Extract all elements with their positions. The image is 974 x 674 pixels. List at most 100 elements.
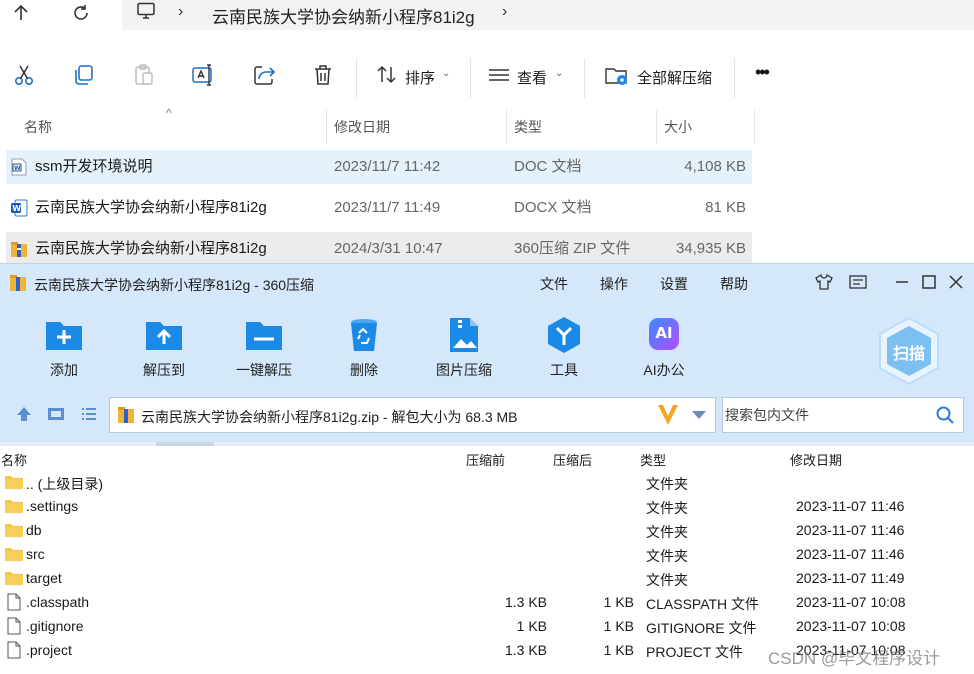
column-divider[interactable] xyxy=(506,110,507,144)
entry-date: 2023-11-07 11:46 xyxy=(796,522,905,538)
menu-file[interactable]: 文件 xyxy=(540,274,568,294)
view-list-icon[interactable] xyxy=(486,62,512,88)
add-button[interactable]: 添加 xyxy=(29,314,99,384)
view-button[interactable]: 查看 xyxy=(517,67,547,88)
column-divider[interactable] xyxy=(656,110,657,144)
zip-entry-row[interactable]: .. (上级目录) 文件夹 xyxy=(0,470,974,494)
zip-ribbon-toolbar: 添加 解压到 一键解压 删除 图片压缩 工具 AI AI办公 扫描 xyxy=(0,300,974,387)
file-name: 云南民族大学协会纳新小程序81i2g xyxy=(35,240,267,257)
zip-column-name[interactable]: 名称 xyxy=(1,450,27,469)
column-divider[interactable] xyxy=(754,110,755,144)
archive-search-box[interactable] xyxy=(722,397,964,433)
file-icon xyxy=(4,617,24,635)
menu-operations[interactable]: 操作 xyxy=(600,274,628,294)
list-view-icon[interactable] xyxy=(79,404,99,424)
file-row[interactable]: W 云南民族大学协会纳新小程序81i2g 2023/11/7 11:49 DOC… xyxy=(6,191,752,225)
zip-entry-row[interactable]: db 文件夹 2023-11-07 11:46 xyxy=(0,518,974,542)
zip-entry-row[interactable]: .gitignore 1 KB 1 KB GITIGNORE 文件 2023-11-07… xyxy=(0,614,974,638)
archive-search-input[interactable] xyxy=(723,398,929,432)
file-date: 2024/3/31 10:47 xyxy=(334,240,443,257)
parent-folder-up-icon[interactable] xyxy=(14,404,34,424)
add-label: 添加 xyxy=(50,362,78,378)
rename-icon[interactable] xyxy=(190,62,216,88)
entry-size-after: 1 KB xyxy=(603,618,634,634)
entry-date: 2023-11-07 10:08 xyxy=(796,618,906,634)
skin-shirt-icon[interactable] xyxy=(814,272,834,292)
search-icon[interactable] xyxy=(935,405,955,425)
paste-icon[interactable] xyxy=(131,62,157,88)
scan-button[interactable]: 扫描 xyxy=(876,316,942,386)
sort-icon[interactable] xyxy=(374,62,400,88)
refresh-icon[interactable] xyxy=(68,2,94,24)
feedback-icon[interactable] xyxy=(848,272,868,292)
entry-type: 文件夹 xyxy=(646,548,688,564)
zip-entry-row[interactable]: .classpath 1.3 KB 1 KB CLASSPATH 文件 2023-11-… xyxy=(0,590,974,614)
zip-column-after[interactable]: 压缩后 xyxy=(553,450,592,469)
entry-date: 2023-11-07 11:49 xyxy=(796,570,905,586)
file-size: 34,935 KB xyxy=(675,240,746,257)
archive-path-field[interactable]: 云南民族大学协会纳新小程序81i2g.zip - 解包大小为 68.3 MB xyxy=(109,397,716,433)
file-row[interactable]: 云南民族大学协会纳新小程序81i2g 2024/3/31 10:47 360压缩… xyxy=(6,232,752,266)
zip-entry-row[interactable]: src 文件夹 2023-11-07 11:46 xyxy=(0,542,974,566)
svg-text:W: W xyxy=(12,204,21,213)
copy-icon[interactable] xyxy=(71,62,97,88)
share-icon[interactable] xyxy=(251,62,277,88)
one-click-extract-button[interactable]: 一键解压 xyxy=(229,314,299,384)
sort-button[interactable]: 排序 xyxy=(405,67,435,88)
chevron-down-icon[interactable]: ⌄ xyxy=(442,68,450,79)
maximize-icon[interactable] xyxy=(919,272,939,292)
menu-help[interactable]: 帮助 xyxy=(720,274,748,294)
column-type[interactable]: 类型 xyxy=(508,110,656,144)
file-date: 2023/11/7 11:42 xyxy=(334,158,441,175)
entry-size-after: 1 KB xyxy=(603,642,634,658)
extract-all-icon[interactable] xyxy=(604,62,630,88)
toolbar-divider xyxy=(734,58,735,98)
chevron-down-icon[interactable]: ⌄ xyxy=(555,68,563,79)
close-icon[interactable] xyxy=(946,272,966,292)
file-row[interactable]: W ssm开发环境说明 2023/11/7 11:42 DOC 文档 4,108… xyxy=(6,150,752,184)
extract-all-button[interactable]: 全部解压缩 xyxy=(637,67,712,88)
entry-size-after: 1 KB xyxy=(603,594,634,610)
column-name[interactable]: 名称 xyxy=(18,110,326,144)
zip-archive-icon xyxy=(10,240,28,258)
up-arrow-icon[interactable] xyxy=(8,2,34,24)
ai-office-icon: AI xyxy=(644,316,684,354)
zip-app-icon xyxy=(9,274,27,292)
entry-type: 文件夹 xyxy=(646,500,688,516)
verified-v-icon[interactable] xyxy=(656,401,680,427)
breadcrumb-current-folder[interactable]: 云南民族大学协会纳新小程序81i2g xyxy=(212,3,475,28)
column-divider[interactable] xyxy=(326,110,327,144)
zip-window-title: 云南民族大学协会纳新小程序81i2g - 360压缩 xyxy=(34,277,315,293)
zip-column-before[interactable]: 压缩前 xyxy=(466,450,505,469)
thumbnail-view-icon[interactable] xyxy=(46,404,66,424)
extract-to-button[interactable]: 解压到 xyxy=(129,314,199,384)
zip-delete-button[interactable]: 删除 xyxy=(329,314,399,384)
path-dropdown-icon[interactable] xyxy=(692,411,706,419)
zip-entry-row[interactable]: target 文件夹 2023-11-07 11:49 xyxy=(0,566,974,590)
cut-icon[interactable] xyxy=(11,62,37,88)
ai-office-button[interactable]: AI AI办公 xyxy=(629,314,699,384)
delete-icon[interactable] xyxy=(310,62,336,88)
zip-column-header: 名称 压缩前 压缩后 类型 修改日期 xyxy=(0,446,974,470)
entry-name: .classpath xyxy=(26,594,90,610)
menu-settings[interactable]: 设置 xyxy=(660,274,688,294)
column-size[interactable]: 大小 xyxy=(658,110,754,144)
address-bar[interactable]: › 云南民族大学协会纳新小程序81i2g › xyxy=(122,0,974,30)
zip-window: 云南民族大学协会纳新小程序81i2g - 360压缩 文件 操作 设置 帮助 添… xyxy=(0,263,974,674)
entry-name: .settings xyxy=(26,498,79,514)
minimize-icon[interactable] xyxy=(892,272,912,292)
more-options-button[interactable]: ••• xyxy=(755,62,770,83)
zip-column-type[interactable]: 类型 xyxy=(640,450,666,469)
zip-entry-row[interactable]: .settings 文件夹 2023-11-07 11:46 xyxy=(0,494,974,518)
folder-icon xyxy=(4,569,24,587)
image-compress-button[interactable]: 图片压缩 xyxy=(429,314,499,384)
toolbar-divider xyxy=(470,58,471,98)
entry-date: 2023-11-07 10:08 xyxy=(796,594,906,610)
breadcrumb-chevron-icon[interactable]: › xyxy=(502,3,507,21)
entry-date: 2023-11-07 11:46 xyxy=(796,546,905,562)
column-date[interactable]: 修改日期 xyxy=(328,110,506,144)
zip-column-date[interactable]: 修改日期 xyxy=(790,450,842,469)
one-click-extract-label: 一键解压 xyxy=(236,362,292,378)
entry-name: .. (上级目录) xyxy=(26,476,103,492)
tools-button[interactable]: 工具 xyxy=(529,314,599,384)
